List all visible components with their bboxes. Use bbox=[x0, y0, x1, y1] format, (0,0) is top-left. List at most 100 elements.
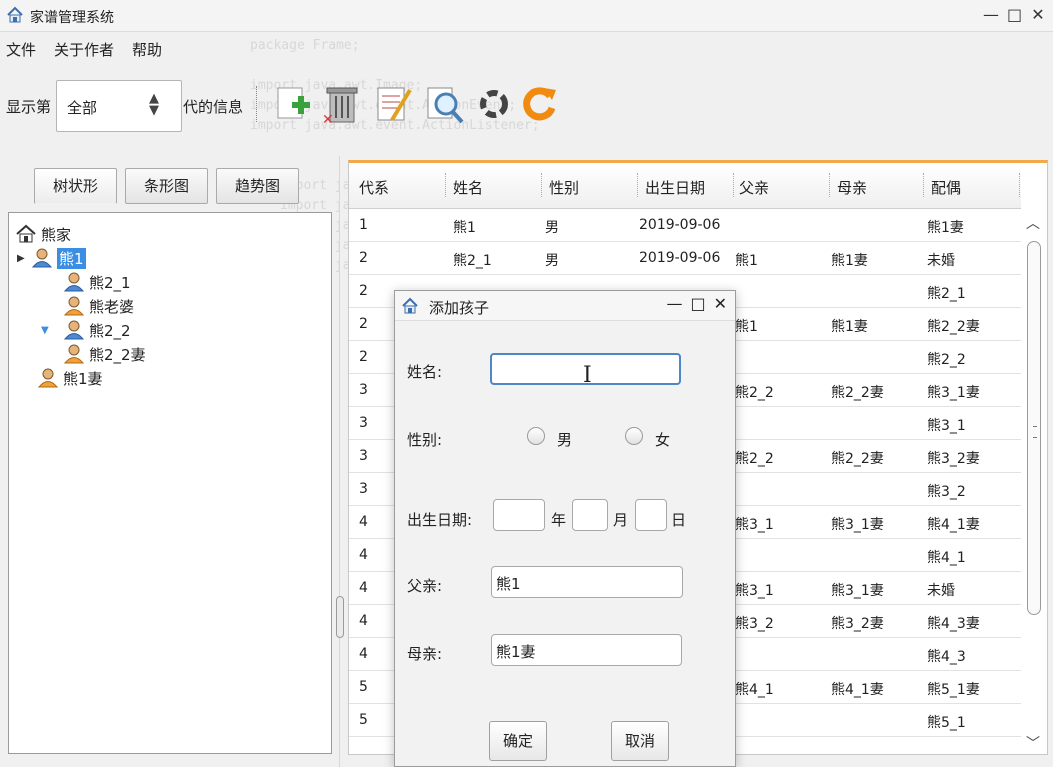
tree-node-root[interactable]: 熊家 bbox=[15, 223, 71, 245]
column-header-father[interactable]: 父亲 bbox=[739, 177, 769, 198]
spinner-arrows-icon[interactable]: ▲ ▼ bbox=[149, 92, 159, 117]
dialog-minimize-button[interactable]: — bbox=[666, 294, 682, 313]
table-cell: 2 bbox=[359, 250, 368, 266]
mother-label: 母亲: bbox=[407, 645, 443, 663]
maximize-button[interactable]: □ bbox=[1007, 5, 1022, 25]
edit-icon[interactable] bbox=[374, 82, 414, 126]
birth-day-input[interactable] bbox=[635, 499, 667, 531]
toolbar: 显示第 全部 ▲ ▼ 代的信息 ✕ bbox=[0, 72, 1053, 138]
menu-bar: 文件 关于作者 帮助 bbox=[0, 36, 162, 64]
gender-label: 性别: bbox=[407, 431, 443, 449]
table-cell: 2019-09-06 bbox=[639, 217, 721, 233]
tree-node[interactable]: ▶ 熊1 bbox=[17, 247, 86, 269]
tree-node[interactable]: ▼ 熊2_2 bbox=[41, 319, 131, 341]
table-row[interactable]: 2 熊2_1 男 2019-09-06 熊1 熊1妻 未婚 bbox=[349, 242, 1021, 275]
table-cell: 熊3_1妻 bbox=[831, 517, 884, 533]
splitter-handle[interactable] bbox=[336, 596, 344, 638]
confirm-button[interactable]: 确定 bbox=[489, 721, 547, 761]
mother-input[interactable]: 熊1妻 bbox=[491, 634, 682, 666]
menu-file[interactable]: 文件 bbox=[6, 36, 36, 64]
column-header-spouse[interactable]: 配偶 bbox=[931, 177, 961, 198]
table-cell: 熊1 bbox=[735, 253, 758, 269]
tree-node[interactable]: 熊2_2妻 bbox=[63, 343, 146, 365]
window-title: 家谱管理系统 bbox=[30, 10, 114, 26]
dialog-title: 添加孩子 bbox=[429, 299, 490, 317]
column-header-gender[interactable]: 性别 bbox=[549, 177, 579, 198]
delete-icon[interactable]: ✕ bbox=[322, 82, 362, 126]
birth-month-input[interactable] bbox=[572, 499, 608, 531]
father-label: 父亲: bbox=[407, 577, 443, 595]
expand-arrow-icon[interactable]: ▶ bbox=[17, 253, 31, 264]
tree-node-label: 熊2_2 bbox=[89, 321, 131, 340]
scrollbar-thumb[interactable] bbox=[1027, 241, 1041, 615]
generation-label-suffix: 代的信息 bbox=[183, 98, 244, 116]
grip-icon bbox=[1033, 426, 1037, 438]
scroll-down-icon[interactable]: ﹀ bbox=[1026, 733, 1040, 753]
add-icon[interactable] bbox=[274, 82, 314, 126]
scroll-up-icon[interactable]: ︿ bbox=[1026, 213, 1040, 233]
reload-icon[interactable] bbox=[520, 82, 560, 126]
tab-trend[interactable]: 趋势图 bbox=[216, 168, 300, 204]
generation-select[interactable]: 全部 ▲ ▼ bbox=[56, 80, 182, 132]
menu-help[interactable]: 帮助 bbox=[132, 36, 162, 64]
tab-tree[interactable]: 树状形 bbox=[34, 168, 118, 204]
column-separator bbox=[541, 173, 542, 197]
table-cell: 3 bbox=[359, 481, 368, 497]
table-cell: 熊1妻 bbox=[831, 253, 868, 269]
minimize-button[interactable]: — bbox=[983, 5, 999, 25]
table-cell: 3 bbox=[359, 415, 368, 431]
dialog-close-button[interactable]: ✕ bbox=[714, 294, 727, 313]
column-separator bbox=[445, 173, 446, 197]
table-cell: 熊4_1 bbox=[735, 682, 774, 698]
table-cell: 未婚 bbox=[927, 253, 955, 269]
tree-node[interactable]: 熊1妻 bbox=[37, 367, 103, 389]
close-button[interactable]: ✕ bbox=[1031, 5, 1045, 25]
tree-node[interactable]: 熊老婆 bbox=[63, 295, 134, 317]
text-cursor-icon: I bbox=[583, 363, 592, 388]
table-cell: 熊3_1妻 bbox=[927, 385, 980, 401]
dialog-maximize-button[interactable]: □ bbox=[690, 294, 705, 313]
tree-node[interactable]: 熊2_1 bbox=[63, 271, 131, 293]
table-scrollbar[interactable]: ︿ ﹀ bbox=[1023, 209, 1045, 755]
dialog-title-bar: 添加孩子 — □ ✕ bbox=[395, 291, 735, 321]
toolbar-separator bbox=[256, 86, 258, 122]
left-panel: 树状形 条形图 趋势图 熊家 ▶ 熊1 熊2_1 熊老婆 ▼ 熊2_2 熊2_2… bbox=[0, 156, 344, 767]
collapse-arrow-icon[interactable]: ▼ bbox=[41, 325, 55, 336]
refresh-icon[interactable] bbox=[474, 82, 514, 126]
column-separator bbox=[923, 173, 924, 197]
gender-male-label[interactable]: 男 bbox=[557, 429, 572, 450]
table-row[interactable]: 1 熊1 男 2019-09-06 熊1妻 bbox=[349, 209, 1021, 242]
male-person-icon bbox=[31, 248, 53, 268]
birth-year-input[interactable] bbox=[493, 499, 545, 531]
search-icon[interactable] bbox=[426, 82, 466, 126]
tree-node-label: 熊老婆 bbox=[89, 297, 135, 316]
table-cell: 熊5_1 bbox=[927, 715, 966, 731]
table-cell: 1 bbox=[359, 217, 368, 233]
table-cell: 2 bbox=[359, 283, 368, 299]
gender-female-radio[interactable] bbox=[625, 427, 643, 445]
tree-node-label: 熊家 bbox=[41, 225, 72, 244]
menu-about-author[interactable]: 关于作者 bbox=[54, 36, 114, 64]
name-label: 姓名: bbox=[407, 363, 443, 381]
father-input[interactable]: 熊1 bbox=[491, 566, 683, 598]
gender-female-label[interactable]: 女 bbox=[655, 429, 670, 450]
svg-text:✕: ✕ bbox=[322, 112, 334, 126]
column-separator bbox=[1019, 173, 1020, 197]
app-icon bbox=[402, 297, 418, 314]
column-header-generation[interactable]: 代系 bbox=[359, 177, 389, 198]
cancel-button[interactable]: 取消 bbox=[611, 721, 669, 761]
table-cell: 熊2_2妻 bbox=[831, 451, 884, 467]
column-header-name[interactable]: 姓名 bbox=[453, 177, 483, 198]
generation-label-prefix: 显示第 bbox=[6, 98, 52, 116]
year-label: 年 bbox=[551, 511, 567, 529]
column-header-birthdate[interactable]: 出生日期 bbox=[645, 177, 705, 198]
column-separator bbox=[637, 173, 638, 197]
table-cell: 4 bbox=[359, 646, 368, 662]
column-header-mother[interactable]: 母亲 bbox=[837, 177, 867, 198]
family-tree: 熊家 ▶ 熊1 熊2_1 熊老婆 ▼ 熊2_2 熊2_2妻 熊1妻 bbox=[8, 212, 332, 754]
tab-bar-chart[interactable]: 条形图 bbox=[125, 168, 209, 204]
gender-male-radio[interactable] bbox=[527, 427, 545, 445]
table-cell: 熊4_3 bbox=[927, 649, 966, 665]
table-cell: 熊2_2妻 bbox=[927, 319, 980, 335]
tree-node-label: 熊1妻 bbox=[63, 369, 103, 388]
